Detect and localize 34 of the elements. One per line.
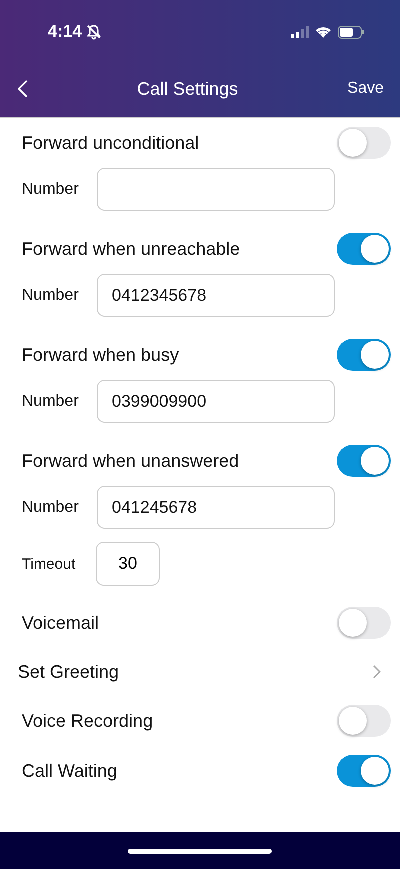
toggle-switch[interactable]	[337, 445, 391, 477]
toggle-switch[interactable]	[337, 339, 391, 371]
signal-icon	[291, 26, 309, 38]
field-label: Number	[22, 180, 80, 198]
toggle-switch[interactable]	[337, 607, 391, 639]
field-label: Number	[22, 286, 80, 304]
setting-label: Call Waiting	[22, 760, 118, 782]
number-field[interactable]: 0412345678	[97, 274, 335, 317]
setting-link[interactable]: Set Greeting	[18, 662, 120, 682]
setting-label: Voicemail	[22, 612, 100, 634]
field-label: Number	[22, 498, 80, 516]
toggle-switch[interactable]	[337, 127, 391, 159]
toggle-switch[interactable]	[337, 233, 391, 265]
timeout-field[interactable]: 30	[96, 542, 160, 586]
battery-icon	[338, 26, 365, 38]
save-button[interactable]: Save	[348, 80, 384, 98]
field-label: Number	[22, 392, 80, 410]
muted-bell-icon	[86, 24, 102, 40]
number-field[interactable]: 041245678	[97, 486, 335, 529]
setting-label: Forward when unanswered	[22, 450, 240, 472]
back-button[interactable]	[18, 80, 28, 98]
status-time: 4:14	[48, 22, 82, 42]
screen-title: Call Settings	[136, 78, 240, 100]
toggle-switch[interactable]	[337, 755, 391, 787]
setting-label: Forward when unreachable	[22, 238, 240, 260]
number-field[interactable]: 0399009900	[97, 380, 335, 423]
toggle-switch[interactable]	[337, 705, 391, 737]
number-field[interactable]	[97, 168, 335, 211]
setting-label: Forward when busy	[22, 344, 180, 366]
wifi-icon	[315, 26, 332, 38]
setting-label: Voice Recording	[22, 710, 154, 732]
field-label: Timeout	[22, 556, 77, 572]
chevron-right-icon	[373, 665, 381, 679]
setting-label: Forward unconditional	[22, 132, 200, 154]
